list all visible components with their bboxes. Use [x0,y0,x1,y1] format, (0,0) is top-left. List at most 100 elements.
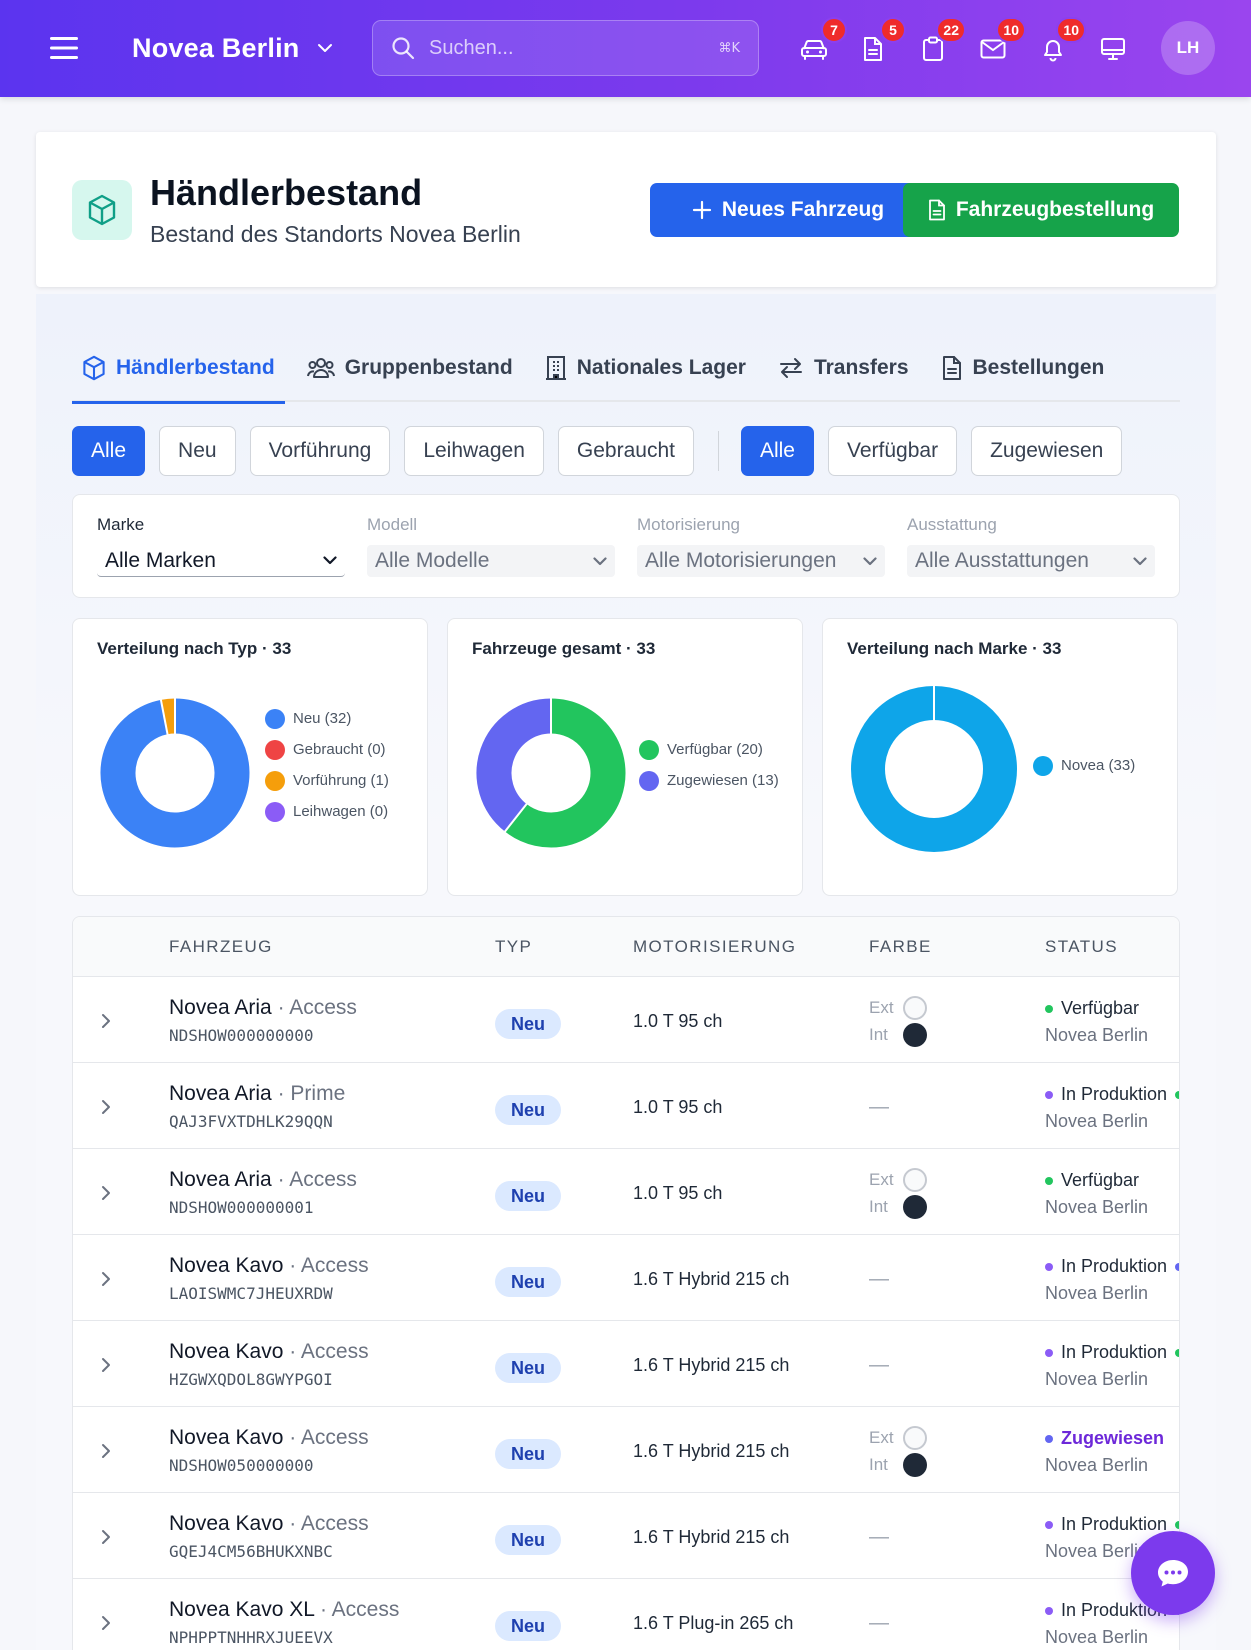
status-badges: In ProduktionVe [1045,1342,1179,1363]
page-header: Händlerbestand Bestand des Standorts Nov… [36,132,1216,287]
chevron-down-icon [863,556,877,566]
column-header-type[interactable]: TYP [495,937,532,957]
status-location: Novea Berlin [1045,1111,1149,1131]
chevron-right-icon[interactable] [95,1526,117,1548]
vehicle-order-button[interactable]: Fahrzeugbestellung [903,183,1179,237]
donut-slice[interactable] [851,686,1017,852]
chevron-right-icon[interactable] [95,1440,117,1462]
chip-status-available[interactable]: Verfügbar [828,426,958,476]
status-label: In Produktion [1061,1342,1168,1362]
new-vehicle-button[interactable]: Neues Fahrzeug [650,183,926,237]
vehicle-trim: Access [300,1340,369,1363]
search-box[interactable]: ⌘K [372,20,759,76]
legend-dot [639,770,659,791]
chevron-right-icon[interactable] [95,1354,117,1376]
chip-type-loaner[interactable]: Leihwagen [404,426,544,476]
tab-transfers[interactable]: Transfers [768,334,919,402]
table-row[interactable]: Novea Kavo XL · Access NPHPPTNHHRXJUEEVX N… [73,1580,1179,1650]
clipboard-icon[interactable]: 22 [912,17,966,70]
status-label: Verfügbar [1061,998,1140,1018]
vehicle-name[interactable]: Novea Aria · Access [169,1168,357,1192]
tab-orders[interactable]: Bestellungen [931,334,1115,402]
status-dot [1175,1262,1179,1271]
tab-dealer-stock[interactable]: Händlerbestand [72,334,285,404]
column-header-engine[interactable]: MOTORISIERUNG [633,937,796,957]
vehicle-vin: NDSHOW000000000 [169,1026,314,1045]
legend-item[interactable]: Zugewiesen (13) [639,765,779,796]
table-row[interactable]: Novea Aria · Access NDSHOW000000001 Neu 1.0… [73,1150,1179,1235]
table-row[interactable]: Novea Aria · Access NDSHOW000000000 Neu 1.0… [73,978,1179,1063]
table-row[interactable]: Novea Aria · Prime QAJ3FVXTDHLK29QQN Neu 1.… [73,1064,1179,1149]
filter-chips: Alle Neu Vorführung Leihwagen Gebraucht … [72,426,1136,476]
brand-select[interactable]: Alle Marken [97,545,345,577]
legend-dot [265,739,285,760]
table-row[interactable]: Novea Kavo · Access HZGWXQDOL8GWYPGOI Neu 1… [73,1322,1179,1407]
exterior-swatch [903,1167,927,1192]
chip-type-new[interactable]: Neu [159,426,236,476]
status-dot [1045,1176,1053,1185]
column-header-vehicle[interactable]: FAHRZEUG [169,937,273,957]
status-location: Novea Berlin [1045,1627,1149,1647]
vehicle-name[interactable]: Novea Aria · Access [169,996,357,1020]
status-dot [1175,1090,1179,1099]
user-avatar[interactable]: LH [1161,21,1215,75]
vehicle-model: Novea Kavo [169,1254,284,1277]
donut-slice[interactable] [476,698,552,832]
chevron-right-icon[interactable] [95,1010,117,1032]
table-row[interactable]: Novea Kavo · Access NDSHOW050000000 Neu 1.6… [73,1408,1179,1493]
legend-item[interactable]: Verfügbar (20) [639,734,779,765]
vehicle-name[interactable]: Novea Aria · Prime [169,1082,345,1106]
tab-national-stock[interactable]: Nationales Lager [535,334,756,402]
legend-item[interactable]: Leihwagen (0) [265,796,389,827]
legend-dot [1033,755,1053,776]
chevron-right-icon[interactable] [95,1182,117,1204]
vehicle-model: Novea Kavo [169,1512,284,1535]
vehicle-name[interactable]: Novea Kavo · Access [169,1426,369,1450]
chevron-right-icon[interactable] [95,1268,117,1290]
chip-status-assigned[interactable]: Zugewiesen [971,426,1123,476]
chip-type-demo[interactable]: Vorführung [249,426,391,476]
document-icon[interactable]: 5 [852,17,906,70]
chevron-right-icon[interactable] [95,1612,117,1634]
monitor-icon[interactable] [1092,28,1134,70]
model-select[interactable]: Alle Modelle [367,545,615,577]
column-header-status[interactable]: STATUS [1045,937,1118,957]
notification-badge: 7 [821,17,847,43]
menu-icon[interactable] [50,36,80,60]
vehicle-trim: Access [331,1598,400,1621]
chevron-right-icon[interactable] [95,1096,117,1118]
chat-button[interactable] [1131,1531,1215,1615]
legend-item[interactable]: Vorführung (1) [265,765,389,796]
column-header-color[interactable]: FARBE [869,937,932,957]
table-row[interactable]: Novea Kavo · Access GQEJ4CM56BHUKXNBC Neu 1… [73,1494,1179,1579]
chip-status-all[interactable]: Alle [740,426,814,476]
mail-icon[interactable]: 10 [972,17,1026,70]
search-input[interactable] [429,36,719,60]
tab-group-stock[interactable]: Gruppenbestand [297,334,523,402]
legend-item[interactable]: Novea (33) [1033,750,1135,781]
vehicle-name[interactable]: Novea Kavo XL · Access [169,1598,399,1622]
engine-select[interactable]: Alle Motorisierungen [637,545,885,577]
legend-item[interactable]: Neu (32) [265,703,389,734]
table-row[interactable]: Novea Kavo · Access LAOISWMC7JHEUXRDW Neu 1… [73,1236,1179,1321]
vehicle-model: Novea Aria [169,1082,272,1105]
search-shortcut: ⌘K [718,40,740,56]
chip-type-all[interactable]: Alle [72,426,146,476]
legend-item[interactable]: Gebraucht (0) [265,734,389,765]
chart-legend: Neu (32) Gebraucht (0) Vorführung (1) Leihw… [265,703,389,827]
trim-select[interactable]: Alle Ausstattungen [907,545,1155,577]
chip-type-used[interactable]: Gebraucht [557,426,694,476]
bell-icon[interactable]: 10 [1032,17,1086,70]
vehicle-name[interactable]: Novea Kavo · Access [169,1254,369,1278]
location-switcher[interactable]: Novea Berlin [132,28,333,68]
engine-label: 1.6 T Hybrid 215 ch [633,1269,790,1289]
document-icon [928,199,946,221]
car-icon[interactable]: 7 [793,17,847,70]
interior-label: Int [869,1454,888,1474]
vehicle-name[interactable]: Novea Kavo · Access [169,1512,369,1536]
status-dot [1175,1520,1179,1529]
engine-label: 1.0 T 95 ch [633,1097,723,1117]
page-title: Händlerbestand [150,172,423,213]
donut-slice[interactable] [160,698,176,735]
vehicle-name[interactable]: Novea Kavo · Access [169,1340,369,1364]
